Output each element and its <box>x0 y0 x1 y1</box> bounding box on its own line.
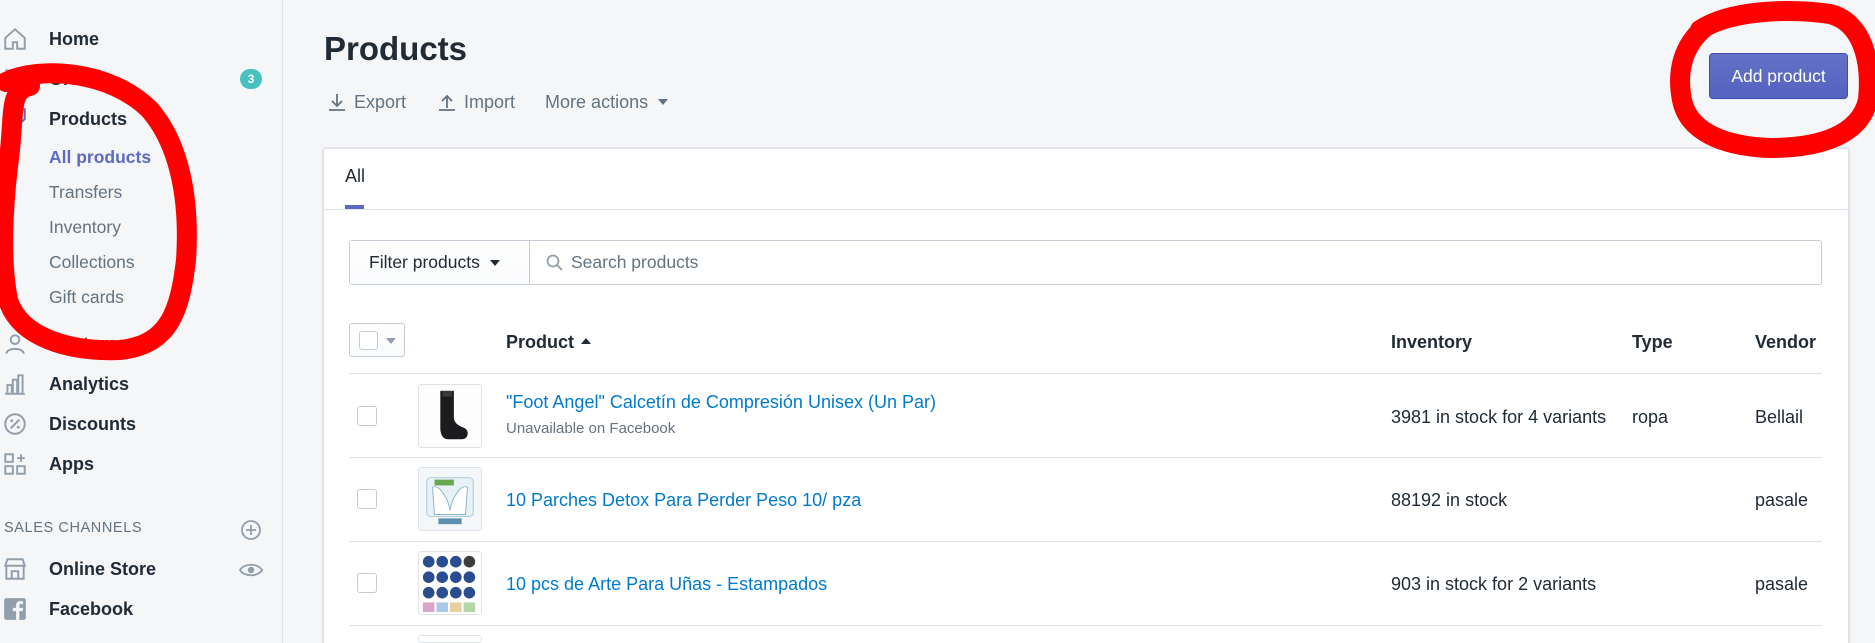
product-thumbnail[interactable] <box>418 384 482 448</box>
sidebar-item-label: Home <box>49 28 100 49</box>
sidebar-item-analytics[interactable]: Analytics <box>0 366 283 402</box>
add-product-button[interactable]: Add product <box>1709 53 1848 99</box>
filter-products-label: Filter products <box>369 252 480 272</box>
chevron-down-icon <box>386 338 396 344</box>
sidebar-item-home[interactable]: Home <box>0 21 283 57</box>
page-title: Products <box>324 30 468 67</box>
chevron-down-icon <box>658 99 669 105</box>
column-header-inventory[interactable]: Inventory <box>1391 332 1472 353</box>
column-header-vendor[interactable]: Vendor <box>1755 332 1816 353</box>
sidebar-item-label: Discounts <box>49 413 137 434</box>
sidebar-subitem-gift-cards[interactable]: Gift cards <box>49 287 124 308</box>
column-header-type[interactable]: Type <box>1632 332 1673 353</box>
search-input[interactable] <box>571 241 1811 284</box>
sidebar-item-label: Online Store <box>49 558 157 579</box>
product-thumbnail[interactable] <box>418 635 482 643</box>
customers-icon <box>2 331 28 357</box>
sidebar-item-label: Products <box>49 108 128 129</box>
sidebar-subitem-all-products[interactable]: All products <box>49 147 151 168</box>
sidebar-item-products[interactable]: Products <box>0 101 283 137</box>
sidebar-item-label: Orders <box>49 68 109 89</box>
bulk-select-dropdown[interactable] <box>349 323 405 357</box>
product-name-link[interactable]: 10 pcs de Arte Para Uñas - Estampados <box>506 574 827 595</box>
row-checkbox[interactable] <box>357 573 377 593</box>
product-availability-note: Unavailable on Facebook <box>506 420 676 437</box>
search-icon <box>546 254 563 271</box>
vendor-cell: pasale <box>1755 574 1809 594</box>
analytics-icon <box>2 371 28 397</box>
facebook-icon <box>2 596 28 622</box>
tag-icon <box>2 106 28 132</box>
row-divider <box>349 457 1822 458</box>
more-actions-label: More actions <box>545 91 649 112</box>
tab-divider <box>324 209 1848 210</box>
sidebar-subitem-collections[interactable]: Collections <box>49 252 135 273</box>
export-icon <box>329 94 345 111</box>
discount-icon <box>2 411 28 437</box>
sidebar-item-label: Apps <box>49 453 94 474</box>
product-thumbnail[interactable] <box>418 467 482 531</box>
home-icon <box>2 26 28 52</box>
sidebar-subitem-transfers[interactable]: Transfers <box>49 182 122 203</box>
column-header-product[interactable]: Product <box>506 332 592 353</box>
import-icon <box>439 94 456 111</box>
filter-products-button[interactable]: Filter products <box>350 241 530 284</box>
product-name-link[interactable]: 10 Parches Detox Para Perder Peso 10/ pz… <box>506 490 861 511</box>
vendor-cell: Bellail <box>1755 407 1804 427</box>
tab-all[interactable]: All <box>345 166 365 187</box>
inventory-cell: 88192 in stock <box>1391 490 1508 510</box>
row-checkbox[interactable] <box>357 489 377 509</box>
chevron-down-icon <box>489 259 500 266</box>
column-header-label: Product <box>506 332 575 352</box>
sidebar-item-apps[interactable]: Apps <box>0 446 283 482</box>
orders-count-badge: 3 <box>240 69 262 89</box>
row-checkbox[interactable] <box>357 406 377 426</box>
add-channel-icon[interactable] <box>240 519 262 541</box>
import-label: Import <box>464 91 516 112</box>
sidebar-subitem-inventory[interactable]: Inventory <box>49 217 121 238</box>
export-button[interactable]: Export <box>326 91 406 113</box>
orders-icon <box>2 66 28 92</box>
import-button[interactable]: Import <box>436 91 515 113</box>
view-store-eye-icon[interactable] <box>239 560 263 580</box>
select-all-checkbox[interactable] <box>359 331 378 350</box>
sidebar-item-label: Customers <box>49 333 144 354</box>
inventory-cell: 903 in stock for 2 variants <box>1391 574 1597 594</box>
sort-ascending-icon <box>581 338 592 345</box>
apps-icon <box>2 451 28 477</box>
sidebar-item-discounts[interactable]: Discounts <box>0 406 283 442</box>
export-label: Export <box>354 91 407 112</box>
page-actions: Export Import More actions <box>326 88 698 116</box>
sidebar-item-label: Facebook <box>49 598 134 619</box>
row-divider <box>349 373 1822 374</box>
sidebar-item-orders[interactable]: Orders 3 <box>0 61 283 97</box>
vendor-cell: pasale <box>1755 490 1809 510</box>
product-thumbnail[interactable] <box>418 551 482 615</box>
sidebar: Home Orders 3 Products All products Tran… <box>0 0 283 643</box>
product-name-link[interactable]: "Foot Angel" Calcetín de Compresión Unis… <box>506 392 936 413</box>
more-actions-button[interactable]: More actions <box>545 91 669 113</box>
sales-channels-title: SALES CHANNELS <box>4 520 143 536</box>
inventory-cell: 3981 in stock for 4 variants <box>1391 407 1607 427</box>
row-divider <box>349 625 1822 626</box>
store-icon <box>2 556 28 582</box>
sidebar-item-facebook[interactable]: Facebook <box>0 591 283 627</box>
sidebar-item-customers[interactable]: Customers <box>0 326 283 362</box>
row-divider <box>349 541 1822 542</box>
type-cell: ropa <box>1632 407 1669 427</box>
filter-bar: Filter products <box>349 240 1822 285</box>
sidebar-item-label: Analytics <box>49 373 130 394</box>
